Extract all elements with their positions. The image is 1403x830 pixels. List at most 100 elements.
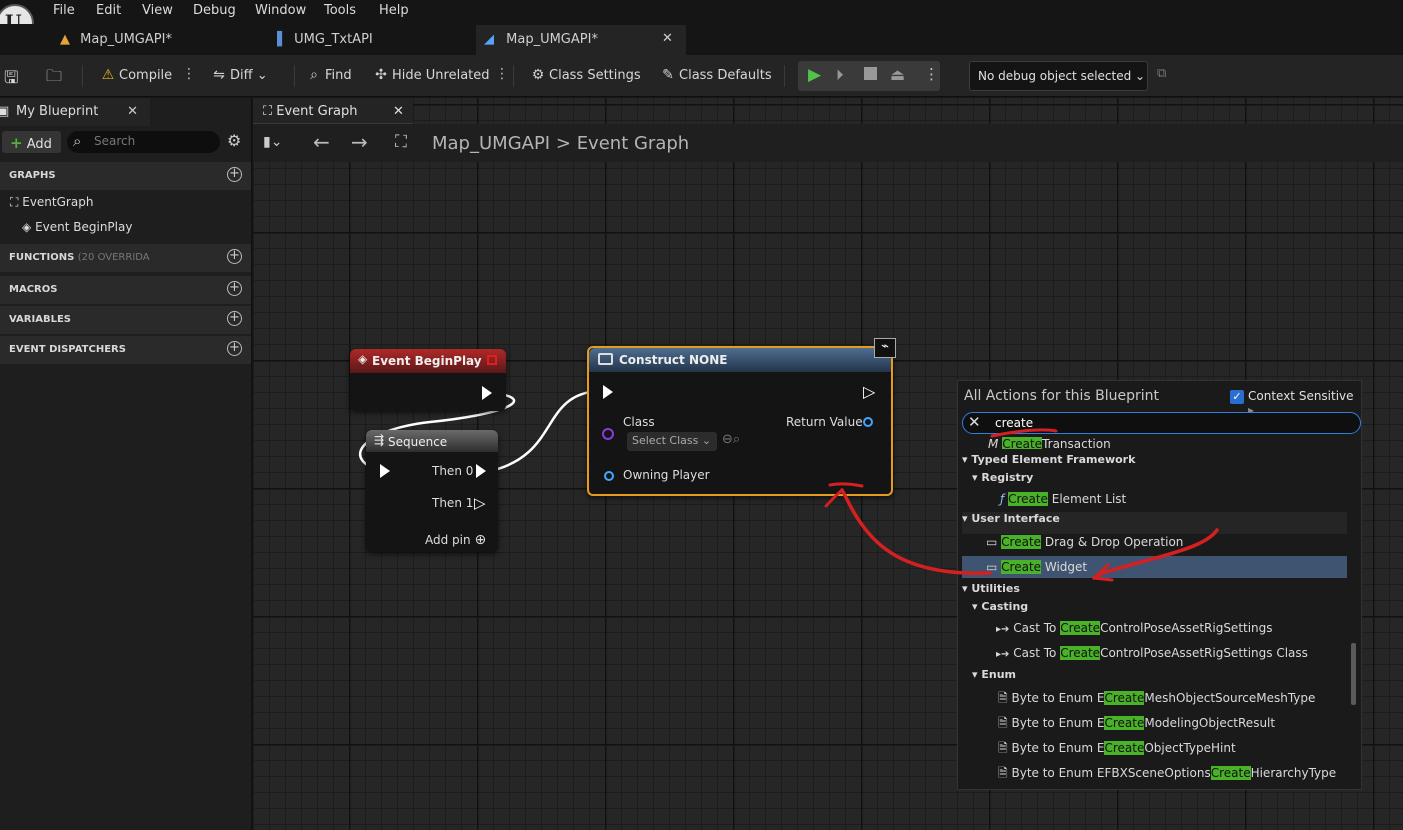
return-value-pin-icon[interactable] [863,417,873,427]
cast-icon: ▸➔ [996,624,1010,635]
action-search-input[interactable]: ✕ create [962,412,1361,434]
function-icon: ƒ [1000,492,1005,506]
cast-icon: ▸➔ [996,649,1010,660]
category-label: Registry [981,471,1034,484]
category-label: Utilities [971,582,1020,595]
action-label: Widget [1044,560,1088,574]
action-byte-to-enum-objecttypehint[interactable]: 🗎 Byte to Enum ECreateObjectTypeHint [998,739,1383,761]
widget-icon: ▭ [986,535,998,549]
add-pin-label: Add pin [425,533,471,547]
match-highlight: Create [1060,646,1101,660]
match-highlight: Create [1001,535,1042,549]
action-label: MeshObjectSourceMeshType [1144,691,1316,705]
delegate-pin-icon[interactable] [487,355,497,365]
return-value-pin: Return Value [786,415,863,429]
action-menu-popup: All Actions for this Blueprint ✓ Context… [957,380,1362,790]
context-sensitive-checkbox[interactable]: ✓ [1230,390,1244,404]
action-label: Element List [1051,492,1127,506]
owning-player-pin-icon[interactable] [604,471,614,481]
action-cast-to-controlposeassetrigsettings-class[interactable]: ▸➔ Cast To CreateControlPoseAssetRigSett… [996,646,1381,668]
then0-label: Then 0 [432,464,474,478]
action-label: Drag & Drop Operation [1044,535,1184,549]
node-title: Event BeginPlay [372,354,482,368]
match-highlight: Create [1008,492,1048,506]
macro-icon: M [988,437,999,449]
category-registry[interactable]: ▾ Registry [972,471,1357,493]
category-casting[interactable]: ▾ Casting [972,600,1357,622]
node-title: Construct NONE [619,353,728,367]
select-class-label: Select Class [632,434,699,447]
action-label: HierarchyType [1250,766,1337,780]
return-value-label: Return Value [786,415,863,429]
popup-title: All Actions for this Blueprint [964,388,1159,404]
category-enum[interactable]: ▾ Enum [972,668,1357,690]
match-highlight: Create [1001,560,1042,574]
construct-node[interactable]: Construct NONE ⌁ ▷ Class Select Class ⌄ … [587,338,896,496]
match-highlight: Create [1002,437,1043,449]
then1-pin[interactable]: Then 1 [432,496,473,510]
then0-pin[interactable]: Then 0 [432,464,473,478]
action-create-transaction[interactable]: M CreateTransaction [988,437,1373,449]
category-label: Typed Element Framework [971,453,1136,466]
class-pin: Class [623,415,655,429]
match-highlight: Create [1210,766,1251,780]
event-beginplay-node[interactable]: ◈ Event BeginPlay [350,349,506,411]
match-highlight: Create [1060,621,1101,635]
collapse-arrow-icon: ▾ [972,600,978,613]
category-label: Casting [981,600,1029,613]
action-prefix: Byte to Enum E [1011,691,1105,705]
exec-out-pin[interactable] [482,386,492,400]
select-class-dropdown[interactable]: Select Class ⌄ [627,432,717,451]
collapse-arrow-icon: ▾ [962,512,968,525]
action-byte-to-enum-modelingobjectresult[interactable]: 🗎 Byte to Enum ECreateModelingObjectResu… [998,714,1383,736]
sequence-icon: ⇶ [374,433,385,447]
add-pin-icon: ⊕ [474,532,487,548]
class-label: Class [623,415,655,429]
action-byte-to-enum-fbxsceneoptions[interactable]: 🗎 Byte to Enum EFBXSceneOptionsCreateHie… [998,764,1383,786]
exec-out-pin-icon[interactable]: ▷ [863,382,875,401]
owning-player-label: Owning Player [623,468,710,482]
action-prefix: Cast To [1013,646,1061,660]
action-label: Transaction [1042,437,1111,449]
class-pin-icon[interactable] [602,428,614,440]
widget-icon: ▭ [986,560,998,574]
search-value: create [995,416,1034,430]
exec-in-pin[interactable] [603,385,613,399]
document-icon: 🗎 [998,716,1008,730]
popup-scrollbar[interactable] [1351,643,1356,705]
owning-player-pin: Owning Player [623,468,710,482]
category-user-interface[interactable]: ▾ User Interface [962,512,1347,534]
widget-icon [598,353,613,365]
action-prefix: Byte to Enum E [1011,741,1105,755]
then0-exec-icon[interactable] [476,464,486,478]
match-highlight: Create [1104,716,1145,730]
action-create-element-list[interactable]: ƒ Create Element List [1000,492,1385,514]
add-pin-button[interactable]: Add pin ⊕ [425,532,486,548]
clear-search-icon[interactable]: ✕ [968,413,981,431]
sequence-node[interactable]: ⇶ Sequence Then 0 Then 1 ▷ Add pin ⊕ [366,430,498,552]
action-create-drag-drop-operation[interactable]: ▭ Create Drag & Drop Operation [986,535,1371,557]
node-header: ⇶ Sequence [366,430,498,452]
action-label: ObjectTypeHint [1144,741,1236,755]
match-highlight: Create [1104,691,1145,705]
collapse-arrow-icon: ▾ [962,582,968,595]
document-icon: 🗎 [998,766,1008,780]
action-prefix: Byte to Enum EFBXSceneOptions [1011,766,1211,780]
action-cast-to-controlposeassetrigsettings[interactable]: ▸➔ Cast To CreateControlPoseAssetRigSett… [996,621,1381,643]
action-create-widget[interactable]: ▭ Create Widget [962,556,1347,578]
action-prefix: Byte to Enum E [1011,716,1105,730]
action-label: ModelingObjectResult [1144,716,1276,730]
latent-icon: ⌁ [874,338,896,358]
action-byte-to-enum-meshobjectsource[interactable]: 🗎 Byte to Enum ECreateMeshObjectSourceMe… [998,689,1383,711]
action-label: ControlPoseAssetRigSettings Class [1100,646,1308,660]
browse-class-icon[interactable]: ⊖⌕ [722,432,740,447]
node-header: ◈ Event BeginPlay [350,349,506,373]
then1-exec-icon[interactable]: ▷ [474,494,486,512]
node-title: Sequence [388,435,448,449]
collapse-arrow-icon: ▾ [962,453,968,466]
then1-label: Then 1 [432,496,474,510]
exec-in-pin[interactable] [380,464,390,478]
context-sensitive-text: Context Sensitive [1248,389,1354,403]
action-prefix: Cast To [1013,621,1061,635]
category-label: Enum [981,668,1017,681]
